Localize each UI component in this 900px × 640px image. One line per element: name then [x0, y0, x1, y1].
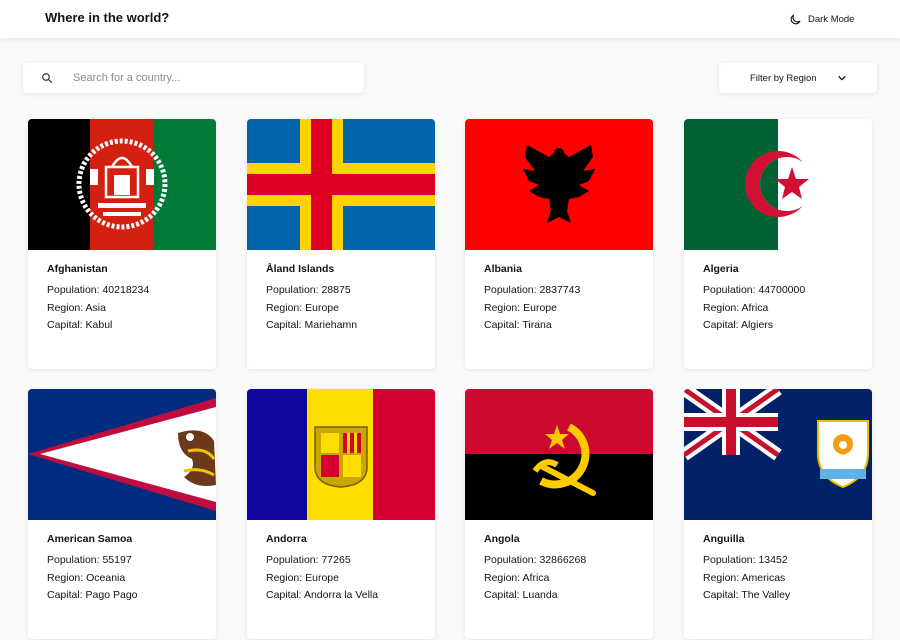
population-label: Population: [703, 284, 756, 296]
region-filter-label: Filter by Region [750, 72, 817, 84]
country-card-angola[interactable]: Angola Population: 32866268 Region: Afri… [465, 389, 653, 639]
region-value: Europe [305, 572, 339, 584]
albania-flag [465, 119, 653, 250]
afghanistan-flag [28, 119, 216, 250]
region-value: Africa [522, 572, 550, 584]
population-label: Population: [703, 554, 756, 566]
population-value: 44700000 [758, 284, 806, 296]
country-name: Angola [484, 533, 520, 545]
country-name: Åland Islands [266, 263, 335, 275]
american-samoa-flag [28, 389, 216, 520]
population-value: 55197 [102, 554, 132, 566]
population-label: Population: [266, 284, 319, 296]
moon-icon [789, 13, 802, 26]
algeria-flag [684, 119, 872, 250]
country-card-anguilla[interactable]: Anguilla Population: 13452 Region: Ameri… [684, 389, 872, 639]
region-value: Oceania [86, 572, 126, 584]
country-name: Andorra [266, 533, 307, 545]
population-value: 77265 [321, 554, 351, 566]
population-value: 13452 [758, 554, 788, 566]
capital-value: Pago Pago [85, 589, 138, 601]
population-label: Population: [266, 554, 319, 566]
capital-value: Algiers [740, 319, 774, 331]
region-value: Asia [85, 302, 106, 314]
country-name: Afghanistan [47, 263, 108, 275]
capital-value: Mariehamn [304, 319, 358, 331]
chevron-down-icon [837, 73, 847, 83]
region-value: Europe [523, 302, 557, 314]
region-label: Region: [47, 572, 84, 584]
country-card-american-samoa[interactable]: American Samoa Population: 55197 Region:… [28, 389, 216, 639]
region-label: Region: [484, 572, 521, 584]
population-value: 2837743 [539, 284, 581, 296]
dark-mode-label: Dark Mode [808, 13, 855, 25]
population-label: Population: [47, 284, 100, 296]
country-name: Albania [484, 263, 522, 275]
region-label: Region: [703, 302, 740, 314]
dark-mode-toggle[interactable]: Dark Mode [789, 10, 854, 28]
capital-label: Capital: [484, 319, 520, 331]
capital-label: Capital: [266, 589, 302, 601]
capital-value: Kabul [85, 319, 113, 331]
region-label: Region: [47, 302, 84, 314]
country-card-algeria[interactable]: Algeria Population: 44700000 Region: Afr… [684, 119, 872, 369]
capital-value: Andorra la Vella [303, 589, 379, 601]
top-header: Where in the world? Dark Mode [0, 0, 900, 38]
region-value: Africa [741, 302, 769, 314]
aland-islands-flag [247, 119, 435, 250]
country-card-afghanistan[interactable]: Afghanistan Population: 40218234 Region:… [28, 119, 216, 369]
country-card-albania[interactable]: Albania Population: 2837743 Region: Euro… [465, 119, 653, 369]
capital-value: The Valley [741, 589, 791, 601]
population-label: Population: [47, 554, 100, 566]
anguilla-flag [684, 389, 872, 520]
country-name: American Samoa [47, 533, 133, 545]
population-label: Population: [484, 284, 537, 296]
population-value: 32866268 [539, 554, 587, 566]
country-name: Anguilla [703, 533, 745, 545]
region-label: Region: [266, 302, 303, 314]
capital-label: Capital: [703, 589, 739, 601]
population-value: 28875 [321, 284, 351, 296]
capital-label: Capital: [703, 319, 739, 331]
region-filter-dropdown[interactable]: Filter by Region [719, 63, 877, 93]
andorra-flag [247, 389, 435, 520]
capital-label: Capital: [47, 589, 83, 601]
population-label: Population: [484, 554, 537, 566]
region-label: Region: [484, 302, 521, 314]
angola-flag [465, 389, 653, 520]
country-name: Algeria [703, 263, 739, 275]
capital-label: Capital: [266, 319, 302, 331]
region-label: Region: [266, 572, 303, 584]
search-input[interactable] [73, 72, 333, 84]
capital-value: Tirana [522, 319, 552, 331]
search-box [23, 63, 364, 93]
population-value: 40218234 [102, 284, 150, 296]
capital-label: Capital: [47, 319, 83, 331]
region-value: Europe [305, 302, 339, 314]
app-title: Where in the world? [45, 10, 170, 25]
country-card-andorra[interactable]: Andorra Population: 77265 Region: Europe… [247, 389, 435, 639]
region-label: Region: [703, 572, 740, 584]
country-card-aland-islands[interactable]: Åland Islands Population: 28875 Region: … [247, 119, 435, 369]
capital-value: Luanda [522, 589, 558, 601]
region-value: Americas [741, 572, 786, 584]
capital-label: Capital: [484, 589, 520, 601]
search-icon [41, 72, 53, 84]
